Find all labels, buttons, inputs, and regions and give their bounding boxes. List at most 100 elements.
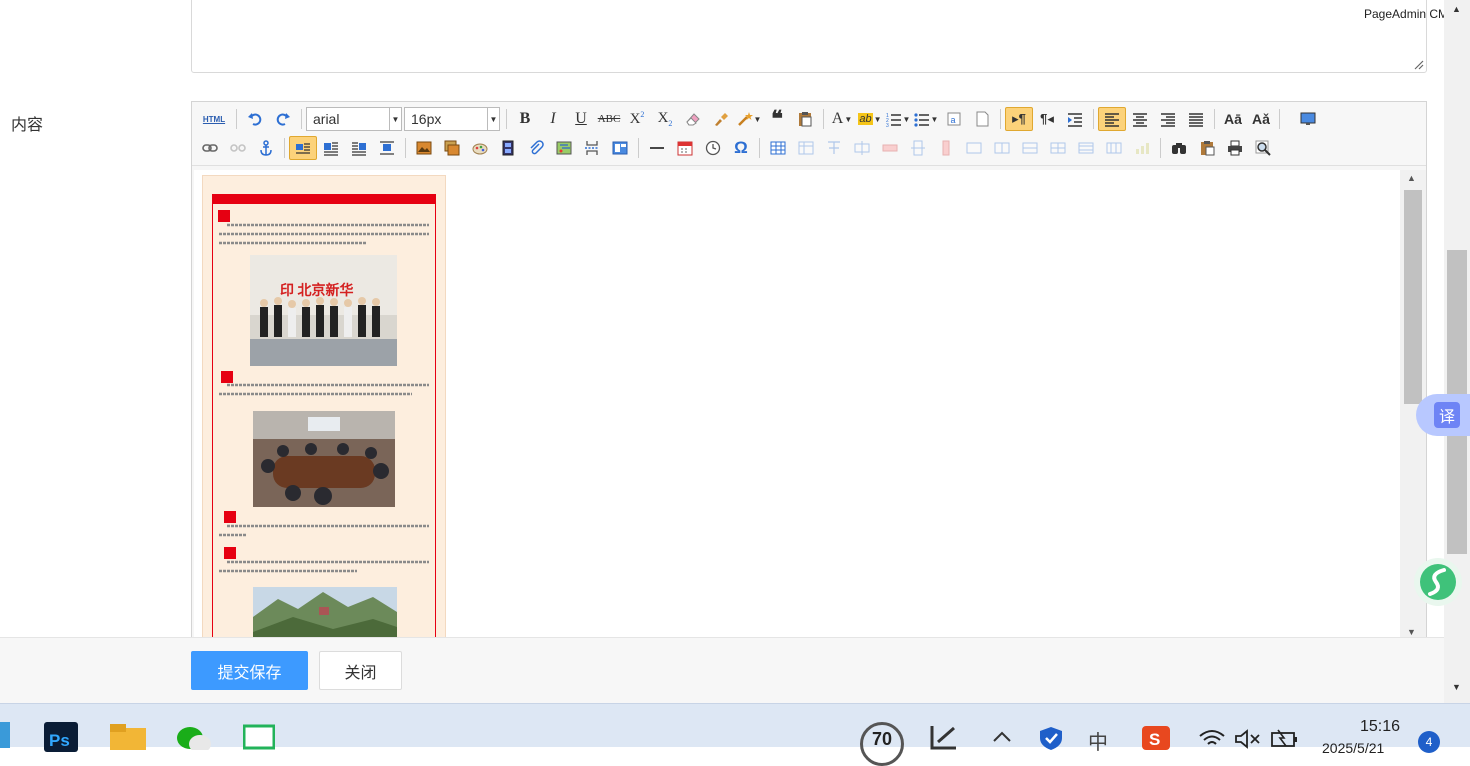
tray-expand-icon[interactable] [992, 730, 1012, 744]
attachment-button[interactable] [522, 136, 550, 160]
link-button[interactable] [196, 136, 224, 160]
battery-icon[interactable] [1270, 728, 1298, 748]
insert-image-button[interactable] [410, 136, 438, 160]
merge-cells-button[interactable] [960, 136, 988, 160]
merge-right-button[interactable] [988, 136, 1016, 160]
page-break-insert-button[interactable] [578, 136, 606, 160]
merge-down-button[interactable] [1016, 136, 1044, 160]
template-button[interactable] [606, 136, 634, 160]
clock-date[interactable]: 2025/5/21 [1322, 740, 1384, 756]
font-size-select[interactable]: 16px ▼ [404, 107, 500, 131]
indent-button[interactable] [1061, 107, 1089, 131]
horizontal-rule-button[interactable] [643, 136, 671, 160]
close-button[interactable]: 关闭 [319, 651, 402, 690]
split-cells-button[interactable] [1044, 136, 1072, 160]
html-source-button[interactable]: HTML [196, 107, 232, 131]
insert-video-button[interactable] [494, 136, 522, 160]
merge-right-icon [994, 142, 1010, 154]
insert-caption-button[interactable] [820, 136, 848, 160]
image-float-left-button[interactable] [317, 136, 345, 160]
notification-badge[interactable]: 4 [1418, 731, 1440, 753]
insert-col-button[interactable] [904, 136, 932, 160]
page-break-button[interactable] [968, 107, 996, 131]
page-scroll-down-icon[interactable]: ▼ [1452, 682, 1461, 692]
delete-table-button[interactable] [792, 136, 820, 160]
search-replace-button[interactable] [1165, 136, 1193, 160]
print-button[interactable] [1221, 136, 1249, 160]
remote-desktop-icon[interactable] [243, 724, 275, 750]
image-float-right-button[interactable] [345, 136, 373, 160]
italic-button[interactable]: I [539, 107, 567, 131]
wechat-icon[interactable] [176, 724, 212, 750]
font-family-select[interactable]: arial ▼ [306, 107, 402, 131]
line-height-button[interactable]: a [940, 107, 968, 131]
undo-button[interactable] [241, 107, 269, 131]
editor-scroll-thumb[interactable] [1404, 190, 1422, 404]
insert-table-button[interactable] [764, 136, 792, 160]
direction-ltr-button[interactable]: ▸¶ [1005, 107, 1033, 131]
strikethrough-button[interactable]: ABC [595, 107, 623, 131]
delete-table-icon [798, 141, 814, 155]
translate-float-button[interactable]: 译 [1416, 394, 1470, 436]
multi-image-button[interactable] [438, 136, 466, 160]
sogou-input-icon[interactable]: S [1142, 726, 1170, 750]
paste-word-button[interactable] [1193, 136, 1221, 160]
delete-row-button[interactable] [876, 136, 904, 160]
scroll-up-icon[interactable]: ▲ [1407, 173, 1416, 183]
image-center-button[interactable] [373, 136, 401, 160]
wifi-icon[interactable] [1198, 728, 1226, 748]
underline-button[interactable]: U [567, 107, 595, 131]
security-shield-icon[interactable] [1038, 726, 1064, 750]
superscript-button[interactable]: X2 [623, 107, 651, 131]
start-edge-icon[interactable] [0, 722, 12, 748]
scrawl-button[interactable] [466, 136, 494, 160]
unordered-list-button[interactable]: ▼ [912, 107, 940, 131]
resize-grip-icon[interactable] [1412, 58, 1424, 70]
file-explorer-icon[interactable] [110, 724, 146, 750]
eraser-button[interactable] [679, 107, 707, 131]
background-color-button[interactable]: ab ▼ [856, 107, 884, 131]
image-float-none-button[interactable] [289, 136, 317, 160]
scroll-down-icon[interactable]: ▼ [1407, 627, 1416, 637]
snip-tool-icon[interactable] [928, 724, 958, 750]
insert-time-button[interactable] [699, 136, 727, 160]
align-left-button[interactable] [1098, 107, 1126, 131]
page-scroll-up-icon[interactable]: ▲ [1452, 4, 1461, 14]
group-photo: 印 北京新华 [250, 255, 397, 366]
auto-format-button[interactable]: ▼ [735, 107, 763, 131]
split-rows-button[interactable] [1072, 136, 1100, 160]
fullscreen-button[interactable] [1294, 107, 1322, 131]
unlink-button[interactable] [224, 136, 252, 160]
editor-content[interactable]: 印 北京新华 [194, 170, 1400, 640]
lowercase-button[interactable]: Aǎ [1247, 107, 1275, 131]
insert-date-button[interactable] [671, 136, 699, 160]
format-painter-button[interactable] [707, 107, 735, 131]
performance-badge[interactable]: 70 [860, 722, 904, 766]
preview-button[interactable] [1249, 136, 1277, 160]
chart-button[interactable] [1128, 136, 1156, 160]
delete-col-button[interactable] [932, 136, 960, 160]
redo-button[interactable] [269, 107, 297, 131]
font-color-button[interactable]: A ▼ [828, 107, 856, 131]
ordered-list-button[interactable]: 1 2 3 ▼ [884, 107, 912, 131]
anchor-button[interactable] [252, 136, 280, 160]
bold-button[interactable]: B [511, 107, 539, 131]
map-button[interactable] [550, 136, 578, 160]
align-center-button[interactable] [1126, 107, 1154, 131]
uppercase-button[interactable]: Aā [1219, 107, 1247, 131]
summary-textarea[interactable] [191, 0, 1427, 73]
assistant-float-button[interactable] [1414, 558, 1462, 606]
insert-row-button[interactable] [848, 136, 876, 160]
align-justify-button[interactable] [1182, 107, 1210, 131]
photoshop-icon[interactable]: Ps [44, 722, 78, 752]
clock-time[interactable]: 15:16 [1360, 718, 1400, 736]
split-cols-button[interactable] [1100, 136, 1128, 160]
input-method-indicator[interactable]: 中 [1088, 726, 1108, 755]
special-chars-button[interactable]: Ω [727, 136, 755, 160]
direction-rtl-button[interactable]: ¶◂ [1033, 107, 1061, 131]
blockquote-button[interactable]: ❝ [763, 107, 791, 131]
submit-save-button[interactable]: 提交保存 [191, 651, 308, 690]
paste-plain-button[interactable] [791, 107, 819, 131]
subscript-button[interactable]: X2 [651, 107, 679, 131]
align-right-button[interactable] [1154, 107, 1182, 131]
